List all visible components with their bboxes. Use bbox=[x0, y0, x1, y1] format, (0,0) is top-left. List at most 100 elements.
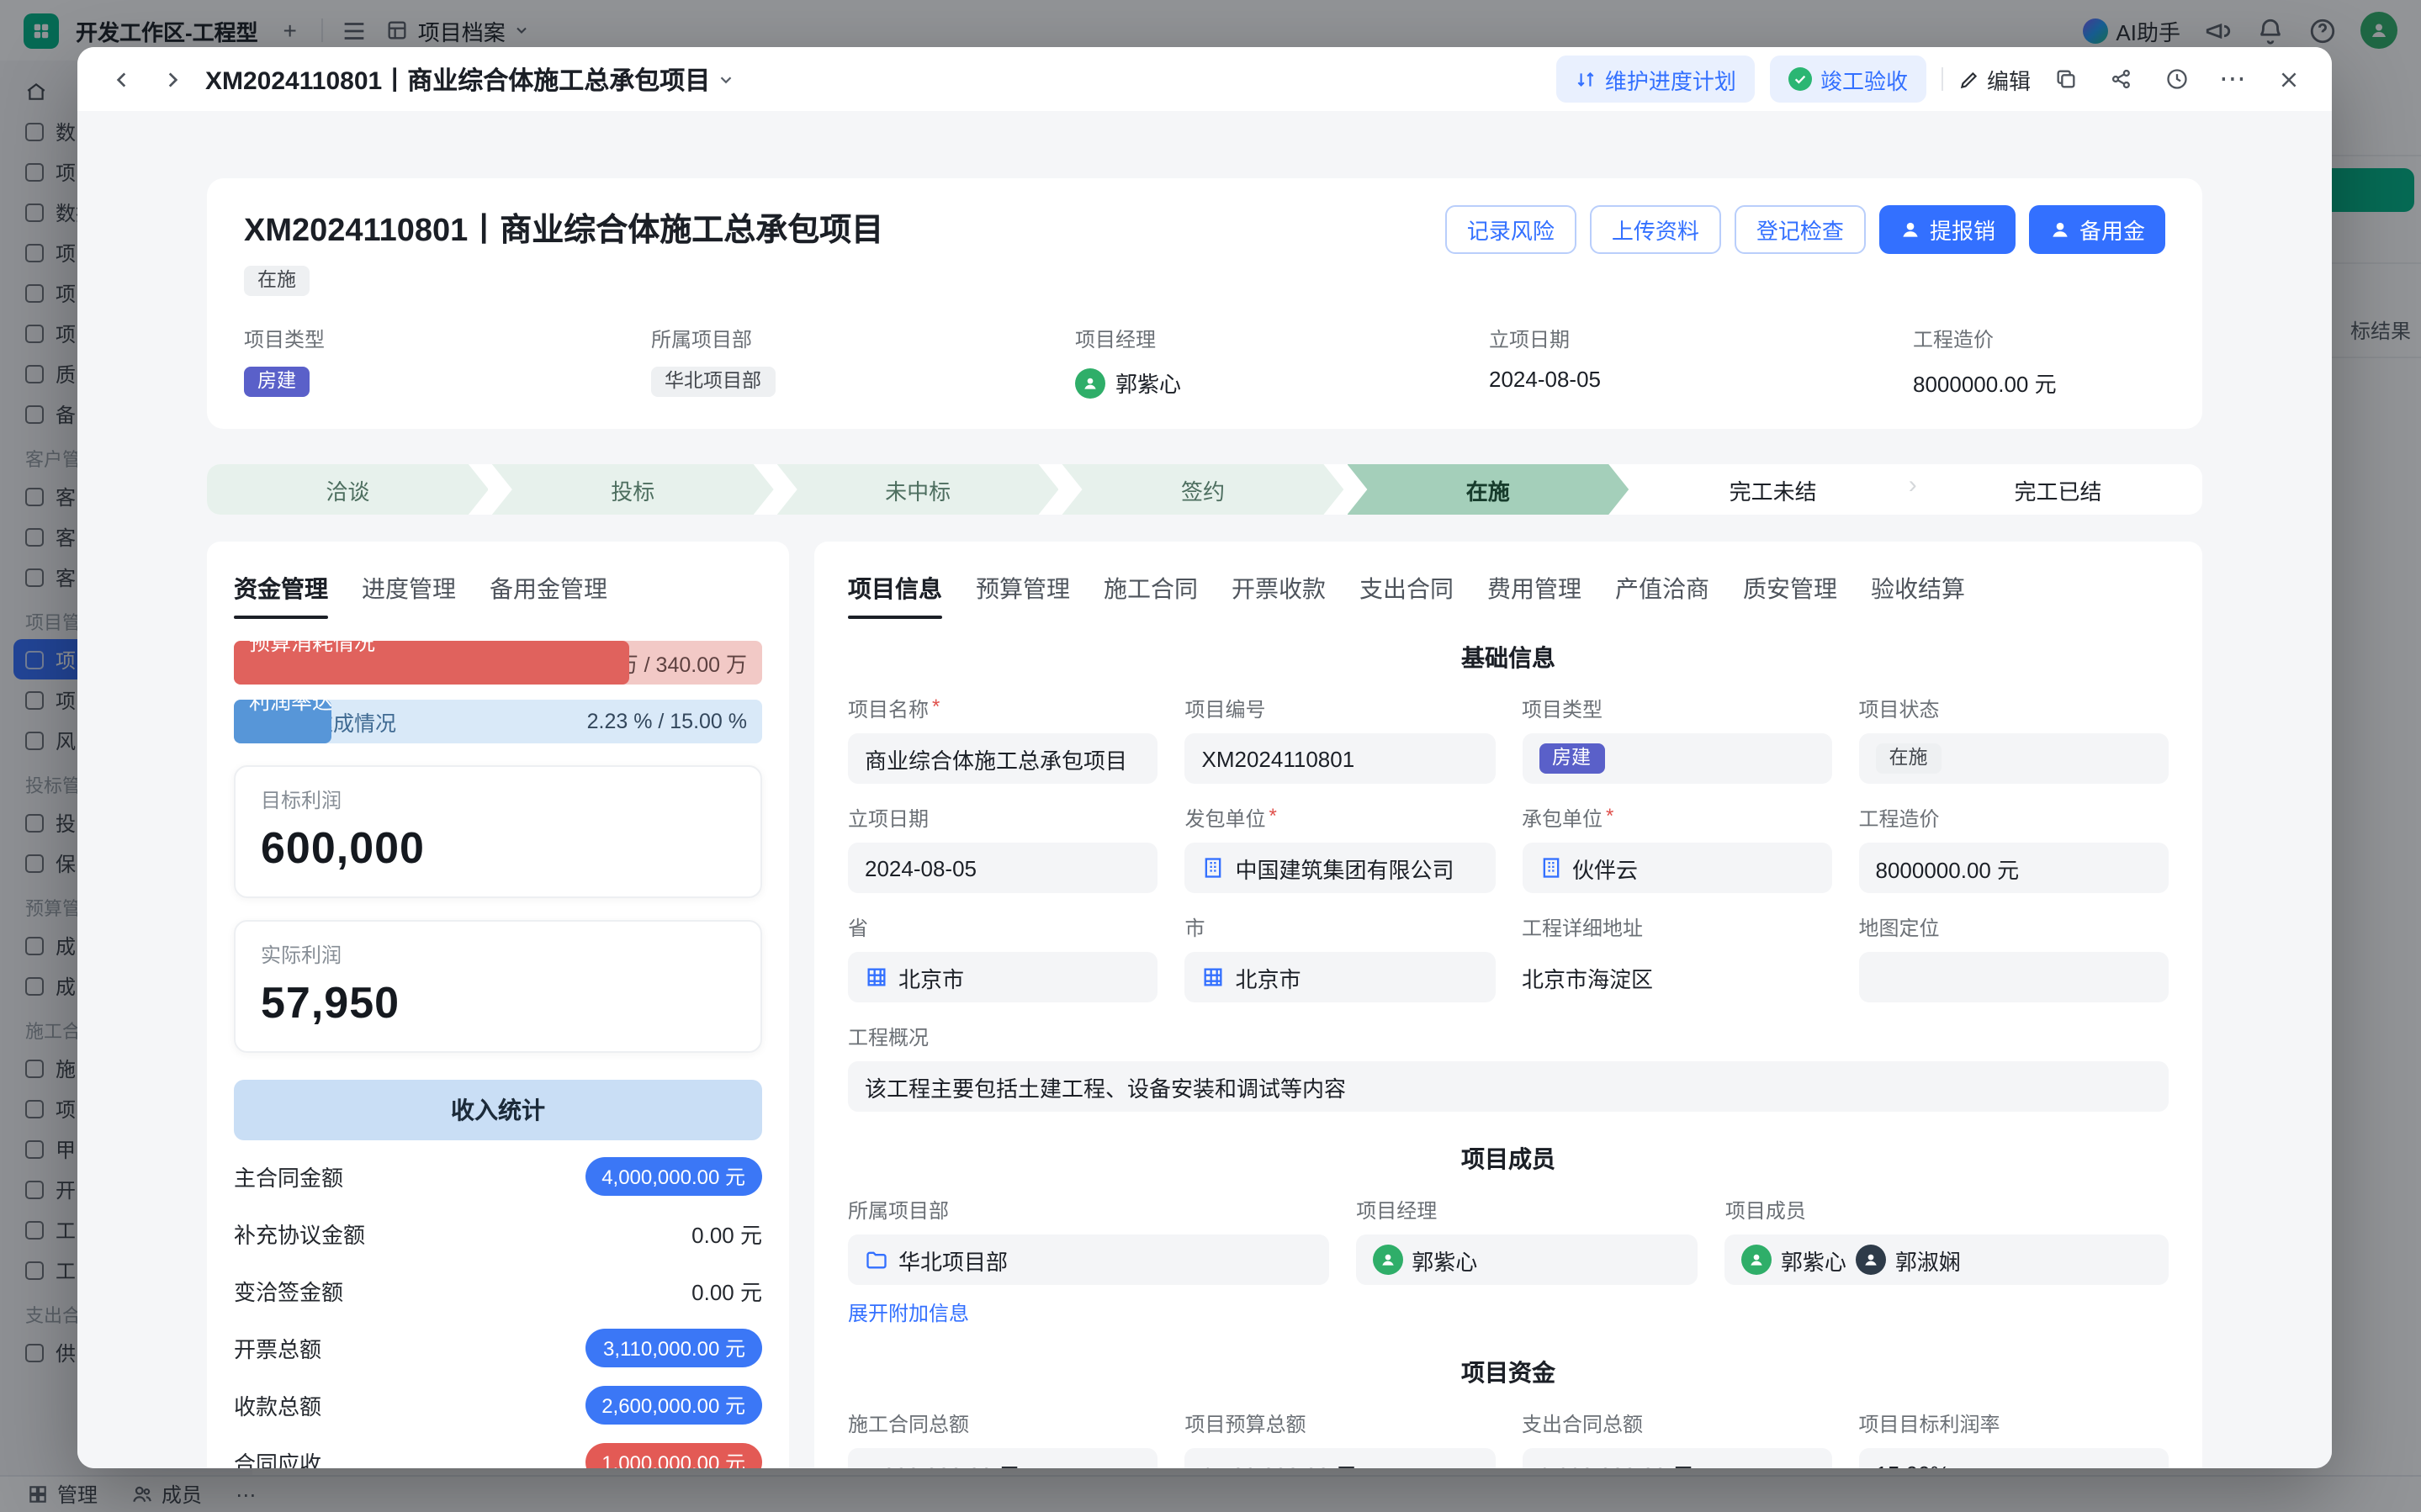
modal-title: XM2024110801丨商业综合体施工总承包项目 bbox=[205, 61, 710, 97]
record-risk-button[interactable]: 记录风险 bbox=[1445, 205, 1576, 254]
field-budget-total: 项目预算总额 3,400,000.00 元 bbox=[1185, 1409, 1496, 1468]
modal-title-dropdown[interactable]: XM2024110801丨商业综合体施工总承包项目 bbox=[205, 61, 735, 97]
manager-name: 郭紫心 bbox=[1115, 367, 1181, 399]
tab-expense-contract[interactable]: 支出合同 bbox=[1359, 562, 1454, 619]
finance-row-receivable: 合同应收 1,000,000.00 元 bbox=[234, 1433, 762, 1468]
field-project-manager: 项目经理 郭紫心 bbox=[1356, 1196, 1698, 1329]
field-value: 北京市海淀区 bbox=[1522, 952, 1832, 1002]
back-button[interactable] bbox=[101, 59, 141, 99]
tab-output-negotiation[interactable]: 产值洽商 bbox=[1615, 562, 1709, 619]
field-value: 4,000,000.00 元 bbox=[848, 1448, 1158, 1468]
share-button[interactable] bbox=[2101, 59, 2142, 99]
avatar bbox=[1075, 367, 1105, 398]
project-info-panel: 项目信息 预算管理 施工合同 开票收款 支出合同 费用管理 产值洽商 质安管理 … bbox=[814, 542, 2202, 1468]
tab-quality-safety[interactable]: 质安管理 bbox=[1743, 562, 1837, 619]
field-value: 3,630,000.00 元 bbox=[1522, 1448, 1832, 1468]
edit-label: 编辑 bbox=[1987, 63, 2031, 95]
person-icon bbox=[2049, 219, 2071, 241]
avatar bbox=[1373, 1245, 1403, 1275]
field-province: 省 北京市 bbox=[848, 913, 1158, 1002]
required-mark: * bbox=[932, 695, 940, 723]
share-icon bbox=[2110, 67, 2133, 91]
finance-row-supplement: 补充协议金额 0.00 元 bbox=[234, 1204, 762, 1261]
stage-divider: › bbox=[1909, 471, 1917, 500]
row-label: 收款总额 bbox=[234, 1388, 321, 1420]
stage-item[interactable]: 投标 bbox=[492, 464, 774, 515]
tab-progress-management[interactable]: 进度管理 bbox=[362, 562, 456, 619]
field-project-status: 项目状态 在施 bbox=[1859, 695, 2169, 784]
clock-icon bbox=[2165, 67, 2189, 91]
stage-item[interactable]: 完工未结 bbox=[1632, 464, 1914, 515]
check-circle-icon bbox=[1788, 67, 1812, 91]
stage-item[interactable]: 洽谈 bbox=[207, 464, 489, 515]
field-project-code: 项目编号 XM2024110801 bbox=[1185, 695, 1496, 784]
edit-button[interactable]: 编辑 bbox=[1958, 63, 2031, 95]
finance-panel: 资金管理 进度管理 备用金管理 预算消耗情况 254.20 万 / 340.00… bbox=[207, 542, 789, 1468]
more-button[interactable]: ⋯ bbox=[2212, 59, 2253, 99]
status-tag: 在施 bbox=[1876, 743, 1942, 774]
field-project-cost: 工程造价 8000000.00 元 bbox=[1859, 804, 2169, 893]
expand-extra-info-link[interactable]: 展开附加信息 bbox=[848, 1298, 969, 1327]
tab-invoice-receipt[interactable]: 开票收款 bbox=[1232, 562, 1326, 619]
tab-acceptance-settlement[interactable]: 验收结算 bbox=[1871, 562, 1965, 619]
field-value: 该工程主要包括土建工程、设备安装和调试等内容 bbox=[848, 1061, 2169, 1112]
grid-icon bbox=[865, 965, 888, 989]
profit-rate-bar: 利润率达成情况 2.23 % / 15.00 % 利润率达成情况 2.23 % … bbox=[234, 700, 762, 743]
field-label: 所属项目部 bbox=[651, 325, 1075, 353]
section-title-basic-info: 基础信息 bbox=[848, 641, 2169, 674]
row-label: 补充协议金额 bbox=[234, 1217, 365, 1249]
stage-item[interactable]: 签约 bbox=[1062, 464, 1344, 515]
completion-acceptance-button[interactable]: 竣工验收 bbox=[1770, 56, 1926, 103]
history-button[interactable] bbox=[2157, 59, 2197, 99]
upload-files-button[interactable]: 上传资料 bbox=[1590, 205, 1721, 254]
section-title-funds: 项目资金 bbox=[848, 1356, 2169, 1389]
income-statistics-button[interactable]: 收入统计 bbox=[234, 1080, 762, 1140]
grid-icon bbox=[1202, 965, 1226, 989]
close-icon bbox=[2277, 68, 2299, 90]
project-title: XM2024110801丨商业综合体施工总承包项目 bbox=[244, 205, 883, 251]
tab-funds-management[interactable]: 资金管理 bbox=[234, 562, 328, 619]
field-value: 8000000.00 元 bbox=[1859, 843, 2169, 893]
stage-item-current[interactable]: 在施 bbox=[1347, 464, 1629, 515]
register-check-button[interactable]: 登记检查 bbox=[1735, 205, 1866, 254]
field-value: 华北项目部 bbox=[898, 1244, 1008, 1276]
tab-construction-contract[interactable]: 施工合同 bbox=[1104, 562, 1198, 619]
copy-button[interactable] bbox=[2046, 59, 2086, 99]
field-label: 工程造价 bbox=[1913, 325, 2165, 353]
stage-item[interactable]: 完工已结 bbox=[1917, 464, 2199, 515]
maintain-schedule-label: 维护进度计划 bbox=[1605, 63, 1736, 95]
tab-project-info[interactable]: 项目信息 bbox=[848, 562, 942, 619]
project-summary-card: XM2024110801丨商业综合体施工总承包项目 在施 记录风险 上传资料 登… bbox=[207, 178, 2202, 429]
tab-cost-management[interactable]: 费用管理 bbox=[1487, 562, 1581, 619]
tab-petty-cash-management[interactable]: 备用金管理 bbox=[490, 562, 607, 619]
row-label: 变洽签金额 bbox=[234, 1274, 343, 1306]
modal-body: XM2024110801丨商业综合体施工总承包项目 在施 记录风险 上传资料 登… bbox=[77, 111, 2332, 1468]
start-date-value: 2024-08-05 bbox=[1489, 367, 1913, 392]
chevron-down-icon bbox=[717, 70, 735, 88]
forward-button[interactable] bbox=[151, 59, 192, 99]
section-title-members: 项目成员 bbox=[848, 1142, 2169, 1176]
person-icon bbox=[1899, 219, 1921, 241]
field-owner-company: 发包单位* 中国建筑集团有限公司 bbox=[1185, 804, 1496, 893]
finance-row-received-total: 收款总额 2,600,000.00 元 bbox=[234, 1376, 762, 1433]
petty-cash-button[interactable]: 备用金 bbox=[2029, 205, 2165, 254]
pencil-icon bbox=[1958, 68, 1980, 90]
project-type-tag: 房建 bbox=[244, 367, 310, 397]
row-value-pill: 2,600,000.00 元 bbox=[585, 1385, 762, 1424]
member-name: 郭紫心 bbox=[1781, 1244, 1846, 1276]
maintain-schedule-button[interactable]: 维护进度计划 bbox=[1556, 56, 1755, 103]
field-department: 所属项目部 华北项目部 展开附加信息 bbox=[848, 1196, 1329, 1329]
field-map-location: 地图定位 bbox=[1859, 913, 2169, 1002]
copy-icon bbox=[2054, 67, 2078, 91]
sort-icon bbox=[1575, 68, 1597, 90]
close-button[interactable] bbox=[2268, 59, 2308, 99]
field-value-empty bbox=[1859, 952, 2169, 1002]
stage-item[interactable]: 未中标 bbox=[777, 464, 1059, 515]
row-value: 0.00 元 bbox=[691, 1217, 762, 1249]
target-profit-card: 目标利润 600,000 bbox=[234, 765, 762, 898]
tab-budget-management[interactable]: 预算管理 bbox=[976, 562, 1070, 619]
row-value-pill: 3,110,000.00 元 bbox=[586, 1328, 762, 1367]
required-mark: * bbox=[1269, 804, 1277, 833]
submit-expense-button[interactable]: 提报销 bbox=[1879, 205, 2016, 254]
field-value: 北京市 bbox=[898, 961, 964, 993]
